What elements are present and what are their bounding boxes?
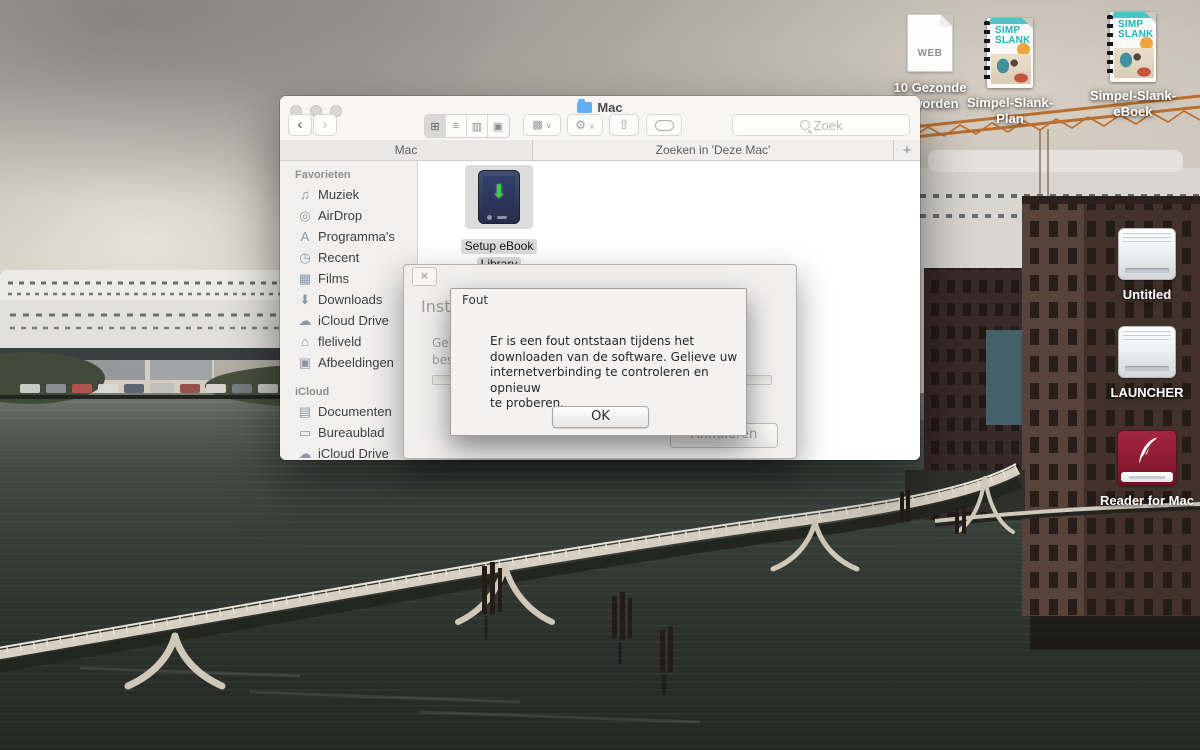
- gear-icon: ⚙: [575, 118, 586, 132]
- download-icon: ⬇: [295, 292, 315, 308]
- book-cover-icon: SIMPSLANK: [1110, 12, 1156, 82]
- installer-close-button[interactable]: ×: [412, 267, 437, 286]
- feather-logo-icon: [1130, 434, 1164, 468]
- window-title: Mac: [280, 100, 920, 115]
- tab-mac[interactable]: Mac: [280, 140, 533, 160]
- chevron-down-icon: ∨: [589, 122, 595, 131]
- disk-image-icon: [1117, 430, 1177, 486]
- sidebar-item-home-fleliveld[interactable]: ⌂fleliveld: [280, 331, 417, 352]
- action-menu-button[interactable]: ⚙∨: [567, 114, 603, 136]
- sidebar-item-programmas[interactable]: AProgramma's: [280, 226, 417, 247]
- photos-icon: ▣: [295, 355, 315, 371]
- error-dialog-message: Er is een fout ontstaan tijdens het down…: [490, 334, 744, 412]
- desktop-icon-launcher-volume[interactable]: LAUNCHER: [1108, 326, 1186, 401]
- search-placeholder: Zoek: [814, 118, 843, 133]
- airdrop-icon: ◎: [295, 208, 315, 224]
- sidebar-item-afbeeldingen[interactable]: ▣Afbeeldingen: [280, 352, 417, 373]
- desktop-icon-simpel-slank-eboek[interactable]: SIMPSLANK Simpel-Slank- eBoek: [1078, 12, 1188, 120]
- icon-label: Reader for Mac: [1100, 493, 1194, 508]
- sidebar-item-bureaublad[interactable]: ▭Bureaublad: [280, 422, 417, 443]
- group-icon: ▩: [532, 119, 542, 131]
- icon-label: Simpel-Slank-Plan: [967, 95, 1053, 126]
- sidebar-item-documenten[interactable]: ▤Documenten: [280, 401, 417, 422]
- coverflow-view-button[interactable]: ▣: [488, 115, 508, 137]
- cloud-icon: ☁: [295, 446, 315, 461]
- desktop-icon-reader-for-mac[interactable]: Reader for Mac: [1100, 430, 1194, 509]
- sidebar-section-icloud: iCloud: [280, 382, 417, 401]
- error-dialog: Fout Er is een fout ontstaan tijdens het…: [450, 288, 747, 436]
- share-icon: ⇧: [619, 117, 630, 132]
- web-badge: WEB: [908, 48, 952, 59]
- music-note-icon: ♫: [295, 187, 315, 202]
- tag-icon: [655, 120, 674, 131]
- list-view-button[interactable]: ≡: [446, 115, 467, 137]
- document-icon: WEB: [907, 14, 953, 72]
- back-button[interactable]: ‹: [288, 114, 312, 136]
- removable-disk-icon: [1118, 228, 1176, 280]
- desktop-icon-untitled-volume[interactable]: Untitled: [1108, 228, 1186, 303]
- chevron-down-icon: ∨: [546, 121, 552, 130]
- recent-clock-icon: ◷: [295, 250, 315, 266]
- sidebar-item-icloud-drive[interactable]: ☁iCloud Drive: [280, 310, 417, 331]
- folder-icon: [577, 102, 592, 113]
- sidebar-item-recent[interactable]: ◷Recent: [280, 247, 417, 268]
- finder-titlebar[interactable]: Mac ‹ › ⊞ ≡ ▥ ▣ ▩∨ ⚙∨ ⇧ Zoek: [280, 96, 920, 141]
- column-view-button[interactable]: ▥: [467, 115, 488, 137]
- share-button[interactable]: ⇧: [609, 114, 639, 136]
- tab-zoeken-in-deze-mac[interactable]: Zoeken in 'Deze Mac': [533, 140, 893, 160]
- desktop-icon-simpel-slank-plan[interactable]: SIMPSLANK Simpel-Slank-Plan: [955, 18, 1065, 127]
- applications-icon: A: [295, 229, 315, 244]
- sidebar-section-favorieten: Favorieten: [280, 165, 417, 184]
- selection-highlight: ⬇: [465, 165, 533, 229]
- forward-button[interactable]: ›: [313, 114, 337, 136]
- removable-disk-icon: [1118, 326, 1176, 378]
- film-icon: ▦: [295, 271, 315, 287]
- group-by-button[interactable]: ▩∨: [523, 114, 561, 136]
- file-label: Setup eBook: [461, 239, 538, 254]
- icon-label: LAUNCHER: [1111, 385, 1184, 400]
- sidebar-item-icloud-drive-2[interactable]: ☁iCloud Drive: [280, 443, 417, 460]
- icon-view-button[interactable]: ⊞: [425, 115, 446, 137]
- setup-ebook-app-icon: ⬇: [478, 170, 520, 224]
- file-setup-ebook-library[interactable]: ⬇ Setup eBook Library: [444, 165, 554, 273]
- tag-button[interactable]: [646, 114, 682, 136]
- sidebar-item-films[interactable]: ▦Films: [280, 268, 417, 289]
- desktop-icon: ▭: [295, 425, 315, 441]
- icon-label: Untitled: [1123, 287, 1171, 302]
- error-dialog-title: Fout: [462, 293, 488, 307]
- documents-icon: ▤: [295, 404, 315, 420]
- finder-tab-bar: Mac Zoeken in 'Deze Mac' +: [280, 140, 920, 161]
- book-cover-icon: SIMPSLANK: [987, 18, 1033, 88]
- view-switcher: ⊞ ≡ ▥ ▣: [424, 114, 510, 138]
- search-input[interactable]: Zoek: [732, 114, 910, 136]
- search-icon: [800, 120, 810, 130]
- new-tab-button[interactable]: +: [893, 140, 920, 160]
- home-icon: ⌂: [295, 334, 315, 349]
- sidebar-item-muziek[interactable]: ♫Muziek: [280, 184, 417, 205]
- sidebar-item-airdrop[interactable]: ◎AirDrop: [280, 205, 417, 226]
- icon-label: eBoek: [1113, 104, 1152, 119]
- finder-sidebar: Favorieten ♫Muziek ◎AirDrop AProgramma's…: [280, 161, 418, 460]
- cloud-icon: ☁: [295, 313, 315, 329]
- sidebar-item-downloads[interactable]: ⬇Downloads: [280, 289, 417, 310]
- ok-button[interactable]: OK: [552, 406, 649, 428]
- download-arrow-icon: ⬇: [478, 183, 520, 202]
- icon-label: Simpel-Slank-: [1090, 88, 1176, 103]
